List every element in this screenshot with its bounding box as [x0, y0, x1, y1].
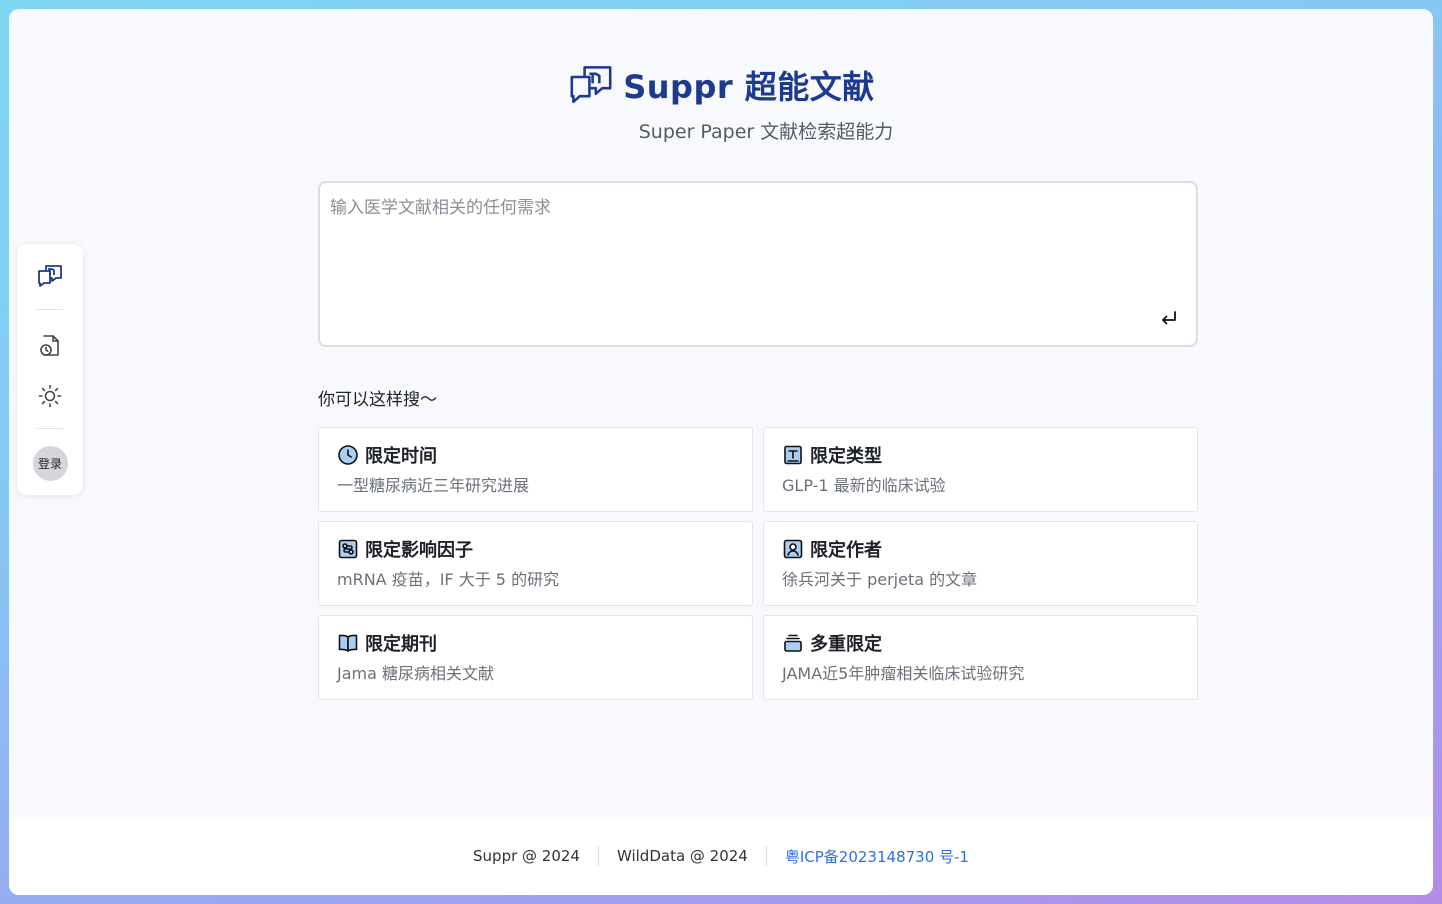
brand-name: Suppr 超能文献: [623, 68, 875, 106]
footer-divider: [597, 846, 599, 866]
hint-title: 你可以这样搜～: [318, 390, 437, 410]
card-desc: 一型糖尿病近三年研究进展: [337, 476, 530, 495]
clock-icon: [338, 445, 358, 465]
theme-toggle-button[interactable]: [30, 376, 70, 416]
hint-card-impact-factor[interactable]: 限定影响因子 mRNA 疫苗，IF 大于 5 的研究: [318, 521, 753, 606]
book-open-icon: [338, 634, 358, 652]
card-title: 限定作者: [810, 540, 882, 561]
card-desc: JAMA近5年肿瘤相关临床试验研究: [782, 664, 1025, 683]
footer: Suppr @ 2024 WildData @ 2024 粤ICP备202314…: [9, 817, 1433, 895]
search-input[interactable]: [320, 183, 1196, 345]
hint-card-time[interactable]: 限定时间 一型糖尿病近三年研究进展: [318, 427, 753, 512]
footer-copyright-suppr: Suppr @ 2024: [473, 847, 580, 865]
stack-icon: [784, 634, 802, 652]
hint-card-type[interactable]: 限定类型 GLP-1 最新的临床试验: [763, 427, 1198, 512]
impact-factor-icon: [338, 539, 358, 559]
card-desc: 徐兵河关于 perjeta 的文章: [782, 570, 978, 589]
history-document-icon: [40, 335, 59, 356]
type-icon: [784, 445, 802, 465]
hint-cards-grid: 限定时间 一型糖尿病近三年研究进展 限定类型 GLP-1 最新的临床试验 限定影…: [318, 427, 1198, 700]
card-desc: GLP-1 最新的临床试验: [782, 476, 946, 495]
card-title: 限定期刊: [365, 634, 437, 655]
home-button[interactable]: [30, 255, 70, 295]
enter-icon[interactable]: [1158, 307, 1180, 329]
chat-logo-icon: [38, 265, 62, 287]
sidebar: 登录: [17, 244, 83, 495]
login-button[interactable]: 登录: [32, 446, 68, 481]
card-desc: mRNA 疫苗，IF 大于 5 的研究: [337, 570, 560, 589]
card-title: 限定时间: [365, 446, 437, 467]
brand-header: Suppr 超能文献: [9, 61, 1433, 109]
sun-icon: [38, 384, 62, 408]
card-title: 限定类型: [810, 446, 882, 467]
sidebar-divider: [37, 428, 63, 429]
search-box: [318, 181, 1198, 347]
hint-card-multi[interactable]: 多重限定 JAMA近5年肿瘤相关临床试验研究: [763, 615, 1198, 700]
author-icon: [783, 539, 803, 559]
app-window: 登录 Suppr 超能文献 Super Paper 文献检索超能力 你可以这样搜…: [9, 9, 1433, 895]
card-desc: Jama 糖尿病相关文献: [337, 664, 495, 683]
footer-divider: [765, 846, 767, 866]
footer-copyright-wilddata: WildData @ 2024: [616, 847, 748, 865]
card-title: 限定影响因子: [365, 540, 473, 561]
card-title: 多重限定: [810, 634, 882, 655]
sidebar-divider: [37, 309, 63, 310]
history-button[interactable]: [30, 326, 70, 366]
hint-card-journal[interactable]: 限定期刊 Jama 糖尿病相关文献: [318, 615, 753, 700]
icp-link[interactable]: 粤ICP备2023148730 号-1: [785, 846, 969, 867]
brand-tagline: Super Paper 文献检索超能力: [638, 121, 894, 143]
hint-card-author[interactable]: 限定作者 徐兵河关于 perjeta 的文章: [763, 521, 1198, 606]
suppr-logo-icon: [570, 66, 612, 104]
